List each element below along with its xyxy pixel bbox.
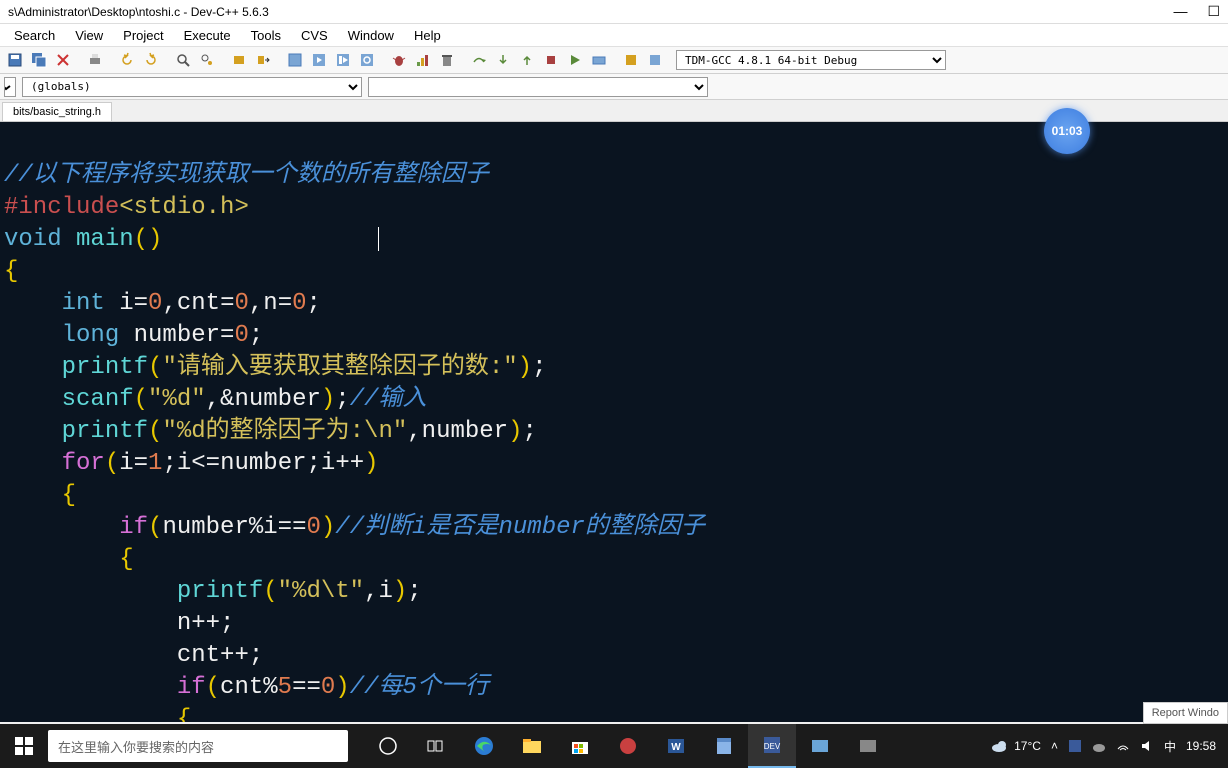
clean-icon[interactable] <box>436 49 458 71</box>
watch-icon[interactable] <box>588 49 610 71</box>
devcpp-icon[interactable]: DEV <box>748 724 796 768</box>
menu-search[interactable]: Search <box>4 26 65 45</box>
code-editor[interactable]: //以下程序将实现获取一个数的所有整除因子 #include<stdio.h> … <box>0 122 1228 722</box>
maximize-button[interactable]: ☐ <box>1207 3 1220 20</box>
run-icon[interactable] <box>308 49 330 71</box>
code-preproc: #include <box>4 194 119 221</box>
volume-icon[interactable] <box>1140 739 1154 753</box>
close-icon[interactable] <box>52 49 74 71</box>
pinned-app-icon[interactable] <box>604 724 652 768</box>
continue-icon[interactable] <box>564 49 586 71</box>
task-icons: W DEV <box>364 724 892 768</box>
compiler-select[interactable]: TDM-GCC 4.8.1 64-bit Debug <box>676 50 946 70</box>
menu-tools[interactable]: Tools <box>241 26 291 45</box>
window-title: s\Administrator\Desktop\ntoshi.c - Dev-C… <box>8 5 269 19</box>
weather-temp: 17°C <box>1014 739 1041 753</box>
file-tab[interactable]: bits/basic_string.h <box>2 102 112 121</box>
bookmark-toggle-icon[interactable] <box>228 49 250 71</box>
code-comment: //以下程序将实现获取一个数的所有整除因子 <box>4 162 489 189</box>
titlebar: s\Administrator\Desktop\ntoshi.c - Dev-C… <box>0 0 1228 24</box>
undo-icon[interactable] <box>116 49 138 71</box>
find-icon[interactable] <box>172 49 194 71</box>
toolbar: TDM-GCC 4.8.1 64-bit Debug <box>0 46 1228 74</box>
profile-icon[interactable] <box>412 49 434 71</box>
compile-icon[interactable] <box>284 49 306 71</box>
menubar: Search View Project Execute Tools CVS Wi… <box>0 24 1228 46</box>
app-icon[interactable] <box>796 724 844 768</box>
print-icon[interactable] <box>84 49 106 71</box>
tray-app-icon[interactable] <box>1068 739 1082 753</box>
svg-text:DEV: DEV <box>764 742 781 751</box>
tray-chevron-icon[interactable]: ˄ <box>1051 739 1058 753</box>
taskbar: 在这里输入你要搜索的内容 W DEV 17°C ˄ 中 19:58 <box>0 724 1228 768</box>
menu-project[interactable]: Project <box>113 26 173 45</box>
bookmark-goto-icon[interactable] <box>252 49 274 71</box>
step-out-icon[interactable] <box>516 49 538 71</box>
new-class-icon[interactable] <box>620 49 642 71</box>
report-tooltip: Report Windo <box>1143 702 1228 724</box>
menu-help[interactable]: Help <box>404 26 451 45</box>
cortana-icon[interactable] <box>364 724 412 768</box>
menu-cvs[interactable]: CVS <box>291 26 338 45</box>
start-button[interactable] <box>0 724 48 768</box>
window-controls: — ☐ <box>1173 3 1220 20</box>
debug-icon[interactable] <box>388 49 410 71</box>
onedrive-icon[interactable] <box>1092 739 1106 753</box>
secondary-bar: (globals) <box>0 74 1228 100</box>
word-icon[interactable]: W <box>652 724 700 768</box>
menu-execute[interactable]: Execute <box>174 26 241 45</box>
wifi-icon[interactable] <box>1116 739 1130 753</box>
edge-icon[interactable] <box>460 724 508 768</box>
save-icon[interactable] <box>4 49 26 71</box>
replace-icon[interactable] <box>196 49 218 71</box>
text-cursor <box>378 227 379 251</box>
taskbar-search[interactable]: 在这里输入你要搜索的内容 <box>48 730 348 762</box>
nav-back-select[interactable] <box>4 77 16 97</box>
store-icon[interactable] <box>556 724 604 768</box>
menu-window[interactable]: Window <box>338 26 404 45</box>
weather-widget[interactable]: 17°C <box>990 737 1041 755</box>
globals-select[interactable]: (globals) <box>22 77 362 97</box>
system-tray: 17°C ˄ 中 19:58 <box>990 737 1228 755</box>
tabbar: bits/basic_string.h <box>0 100 1228 122</box>
task-view-icon[interactable] <box>412 724 460 768</box>
menu-view[interactable]: View <box>65 26 113 45</box>
save-all-icon[interactable] <box>28 49 50 71</box>
function-select[interactable] <box>368 77 708 97</box>
windows-icon <box>15 737 33 755</box>
compile-run-icon[interactable] <box>332 49 354 71</box>
app2-icon[interactable] <box>844 724 892 768</box>
stop-debug-icon[interactable] <box>540 49 562 71</box>
insert-icon[interactable] <box>644 49 666 71</box>
search-placeholder: 在这里输入你要搜索的内容 <box>58 737 214 756</box>
notepad-icon[interactable] <box>700 724 748 768</box>
ime-indicator[interactable]: 中 <box>1164 738 1176 755</box>
explorer-icon[interactable] <box>508 724 556 768</box>
step-over-icon[interactable] <box>468 49 490 71</box>
redo-icon[interactable] <box>140 49 162 71</box>
clock[interactable]: 19:58 <box>1186 739 1216 753</box>
svg-text:W: W <box>671 742 681 753</box>
step-into-icon[interactable] <box>492 49 514 71</box>
minimize-button[interactable]: — <box>1173 3 1187 20</box>
cloud-icon <box>990 737 1008 755</box>
timer-badge: 01:03 <box>1044 108 1090 154</box>
rebuild-icon[interactable] <box>356 49 378 71</box>
